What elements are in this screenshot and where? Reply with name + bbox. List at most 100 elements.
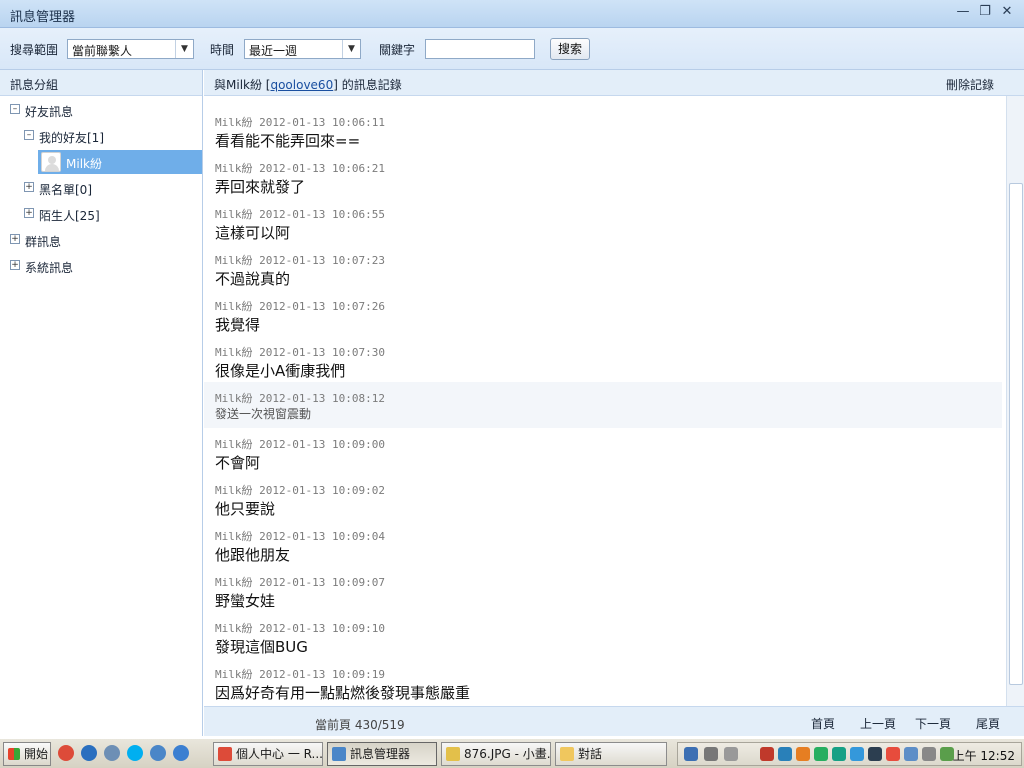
scope-label: 搜尋範圍	[10, 43, 59, 57]
message-meta: Milk紛 2012-01-13 10:06:55	[215, 208, 385, 221]
start-button[interactable]: 開始	[3, 742, 51, 766]
task-label: 876.JPG - 小畫...	[464, 747, 551, 761]
history-title-prefix: 與Milk紛 [	[214, 78, 271, 92]
last-page-button[interactable]: 尾頁	[976, 715, 1000, 732]
scope-value: 當前聯繫人	[72, 44, 133, 58]
tree-item-my-friends[interactable]: – 我的好友[1]	[0, 124, 202, 148]
next-page-button[interactable]: 下一頁	[915, 715, 951, 732]
prev-page-button[interactable]: 上一頁	[860, 715, 896, 732]
time-select[interactable]: 最近一週 ▼	[244, 39, 361, 59]
tray-app-icon[interactable]	[850, 747, 864, 761]
message-item: Milk紛 2012-01-13 10:07:23 不過說真的	[204, 244, 1002, 290]
message-text: 很像是小A衝康我們	[215, 362, 346, 380]
media-player-icon[interactable]	[81, 745, 97, 761]
search-toolbar: 搜尋範圍 當前聯繫人 ▼ 時間 最近一週 ▼ 關鍵字 搜索	[0, 28, 1024, 70]
message-text: 他只要說	[215, 500, 276, 518]
system-message-item: Milk紛 2012-01-13 10:08:12 發送一次視窗震動	[204, 382, 1002, 428]
chevron-down-icon[interactable]: ▼	[342, 40, 360, 58]
delete-records-button[interactable]: 刪除記錄	[946, 76, 994, 93]
window-title: 訊息管理器	[10, 10, 76, 25]
task-label: 個人中心 一 R...	[236, 747, 323, 761]
close-icon[interactable]: ✕	[1000, 5, 1014, 19]
first-page-button[interactable]: 首頁	[811, 715, 835, 732]
tray-app-icon[interactable]	[814, 747, 828, 761]
tray-app-icon[interactable]	[778, 747, 792, 761]
collapse-icon[interactable]: –	[10, 104, 20, 114]
expand-icon[interactable]: +	[10, 260, 20, 270]
message-text: 發現這個BUG	[215, 638, 308, 656]
expand-icon[interactable]: +	[24, 208, 34, 218]
keyword-label: 關鍵字	[379, 43, 416, 57]
message-item: Milk紛 2012-01-13 10:09:02 他只要說	[204, 474, 1002, 520]
tree-item-blacklist[interactable]: + 黑名單[0]	[0, 176, 202, 200]
tray-app-icon[interactable]	[922, 747, 936, 761]
search-button[interactable]: 搜索	[550, 38, 590, 60]
tree-item-label: 黑名單[0]	[39, 183, 92, 197]
message-meta: Milk紛 2012-01-13 10:06:21	[215, 162, 385, 175]
group-tree-pane: 訊息分組 – 好友訊息 – 我的好友[1] Milk紛 + 黑名單[0] + 陌…	[0, 70, 203, 736]
tree-item-strangers[interactable]: + 陌生人[25]	[0, 202, 202, 226]
message-text: 他跟他朋友	[215, 546, 291, 564]
expand-icon[interactable]: +	[10, 234, 20, 244]
message-scrollbar[interactable]	[1006, 96, 1024, 706]
scrollbar-thumb[interactable]	[1009, 183, 1023, 685]
message-meta: Milk紛 2012-01-13 10:09:02	[215, 484, 385, 497]
window-controls: — ❐ ✕	[956, 5, 1014, 19]
tree-item-label: 我的好友[1]	[39, 131, 104, 145]
tree-item-group-messages[interactable]: + 群訊息	[0, 228, 202, 252]
tray-app-icon[interactable]	[832, 747, 846, 761]
message-text: 野蠻女娃	[215, 592, 276, 610]
message-meta: Milk紛 2012-01-13 10:09:04	[215, 530, 385, 543]
tree-item-contact-milk[interactable]: Milk紛	[38, 150, 202, 174]
message-item: Milk紛 2012-01-13 10:09:19 因爲好奇有用一點點燃後發現事…	[204, 658, 1002, 704]
system-tray: 上午 12:52	[677, 742, 1022, 766]
tray-app-icon[interactable]	[904, 747, 918, 761]
message-item: Milk紛 2012-01-13 10:09:04 他跟他朋友	[204, 520, 1002, 566]
tree-item-friend-messages[interactable]: – 好友訊息	[0, 98, 202, 122]
tray-app-icon[interactable]	[886, 747, 900, 761]
keyword-input[interactable]	[425, 39, 535, 59]
contact-id-link[interactable]: qoolove60	[270, 78, 333, 92]
taskbar-item[interactable]: 對話	[555, 742, 667, 766]
message-item: Milk紛 2012-01-13 10:06:21 弄回來就發了	[204, 152, 1002, 198]
tray-app-icon[interactable]	[868, 747, 882, 761]
expand-icon[interactable]: +	[24, 182, 34, 192]
tray-app-icon[interactable]	[704, 747, 718, 761]
page-status: 當前頁 430/519	[315, 718, 405, 732]
taskbar-item[interactable]: 876.JPG - 小畫...	[441, 742, 551, 766]
minimize-icon[interactable]: —	[956, 5, 970, 19]
folder-icon	[560, 747, 574, 761]
tray-app-icon[interactable]	[684, 747, 698, 761]
chrome-icon[interactable]	[58, 745, 74, 761]
title-bar: 訊息管理器 — ❐ ✕	[0, 0, 1024, 28]
avatar	[41, 152, 61, 172]
message-item: Milk紛 2012-01-13 10:09:10 發現這個BUG	[204, 612, 1002, 658]
skype-icon[interactable]	[127, 745, 143, 761]
tree-item-label: 好友訊息	[25, 105, 74, 119]
tree-item-system-messages[interactable]: + 系統訊息	[0, 254, 202, 278]
message-item: Milk紛 2012-01-13 10:06:11 看看能不能弄回來==	[204, 106, 1002, 152]
tray-app-icon[interactable]	[724, 747, 738, 761]
pagination-bar: 當前頁 430/519 首頁 上一頁 下一頁 尾頁	[204, 706, 1024, 736]
group-pane-header: 訊息分組	[0, 70, 202, 96]
scope-select[interactable]: 當前聯繫人 ▼	[67, 39, 194, 59]
messenger-icon[interactable]	[150, 745, 166, 761]
collapse-icon[interactable]: –	[24, 130, 34, 140]
restore-icon[interactable]: ❐	[978, 5, 992, 19]
time-label: 時間	[210, 43, 235, 57]
message-meta: Milk紛 2012-01-13 10:07:23	[215, 254, 385, 267]
qq-icon[interactable]	[796, 747, 810, 761]
chevron-down-icon[interactable]: ▼	[175, 40, 193, 58]
taskbar-item-active[interactable]: 訊息管理器	[327, 742, 437, 766]
message-text: 這樣可以阿	[215, 224, 291, 242]
chrome-icon	[218, 747, 232, 761]
message-history-pane: 與Milk紛 [qoolove60] 的訊息記錄 刪除記錄 Milk紛 2012…	[204, 70, 1024, 736]
internet-explorer-icon[interactable]	[173, 745, 189, 761]
taskbar-item[interactable]: 個人中心 一 R...	[213, 742, 323, 766]
message-meta: Milk紛 2012-01-13 10:07:30	[215, 346, 385, 359]
tray-app-icon[interactable]	[760, 747, 774, 761]
explorer-icon[interactable]	[104, 745, 120, 761]
message-item: Milk紛 2012-01-13 10:07:30 很像是小A衝康我們	[204, 336, 1002, 382]
task-label: 對話	[578, 747, 603, 761]
message-meta: Milk紛 2012-01-13 10:08:12	[215, 392, 385, 405]
